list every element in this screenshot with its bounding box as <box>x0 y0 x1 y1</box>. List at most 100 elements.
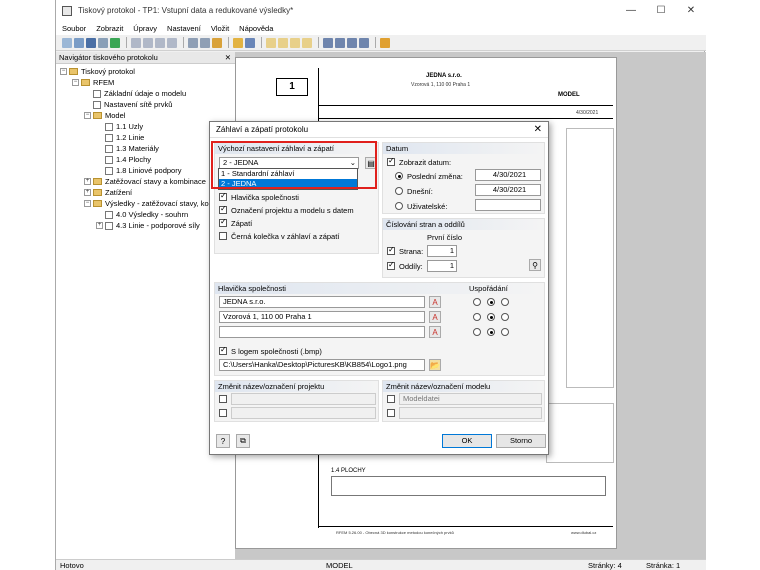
zoom-icon[interactable] <box>188 37 198 48</box>
cancel-button[interactable]: Storno <box>496 434 546 448</box>
align-center-radio[interactable] <box>487 298 495 306</box>
menu-vlozit[interactable]: Vložit <box>211 24 229 33</box>
black-dots-checkbox[interactable] <box>219 232 227 240</box>
menu-upravy[interactable]: Úpravy <box>133 24 157 33</box>
user-date-field[interactable] <box>475 199 541 211</box>
company-line-1[interactable]: JEDNA s.r.o. <box>219 296 425 308</box>
prev-page-icon[interactable] <box>143 37 153 48</box>
rename-model-checkbox-1[interactable] <box>387 395 395 403</box>
today-date-field[interactable]: 4/30/2021 <box>475 184 541 196</box>
logo-checkbox-row[interactable]: S logem společnosti (.bmp) <box>219 345 322 357</box>
browse-folder-icon[interactable]: 📂 <box>429 359 441 371</box>
navigator-item[interactable]: − RFEM <box>56 77 235 88</box>
rename-model-field-2[interactable] <box>399 407 542 419</box>
page-number-checkbox[interactable] <box>387 245 395 255</box>
expand-icon[interactable]: + <box>84 178 91 185</box>
dialog-close-icon[interactable]: ✕ <box>534 124 542 135</box>
refresh-icon[interactable] <box>110 37 120 48</box>
section-number-row[interactable]: Oddíly: <box>387 260 423 272</box>
rename-project-field-1[interactable] <box>231 393 376 405</box>
collapse-icon[interactable]: − <box>60 68 67 75</box>
rename-project-checkbox-2[interactable] <box>219 409 227 417</box>
menu-zobrazit[interactable]: Zobrazit <box>96 24 123 33</box>
ok-button[interactable]: OK <box>442 434 492 448</box>
header-footer-icon[interactable] <box>233 37 243 48</box>
align-right-radio[interactable] <box>501 328 509 336</box>
rename-model-field-1[interactable]: Modeldatei <box>399 393 542 405</box>
page-number-row[interactable]: Strana: <box>387 245 423 257</box>
tool-icon[interactable] <box>359 37 369 48</box>
numbering-settings-icon[interactable]: ⚲ <box>529 259 541 271</box>
footer-checkbox[interactable] <box>219 217 227 227</box>
user-date-row[interactable]: Uživatelské: <box>395 202 447 212</box>
tool-icon[interactable] <box>347 37 357 48</box>
align-center-radio[interactable] <box>487 328 495 336</box>
align-left-radio[interactable] <box>473 298 481 306</box>
section-number-field[interactable]: 1 <box>427 260 457 272</box>
page-icon[interactable] <box>302 37 312 48</box>
navigator-item[interactable]: Základní údaje o modelu <box>56 88 235 99</box>
help-icon[interactable] <box>380 37 390 48</box>
font-icon[interactable]: A <box>429 326 441 338</box>
close-navigator-icon[interactable]: ✕ <box>225 53 231 62</box>
last-change-radio[interactable] <box>395 172 403 180</box>
black-dots-checkbox-row[interactable]: Černá kolečka v záhlaví a zápatí <box>219 232 339 242</box>
print-icon[interactable] <box>98 37 108 48</box>
rename-project-checkbox-1[interactable] <box>219 395 227 403</box>
section-number-checkbox[interactable] <box>387 260 395 270</box>
expand-icon[interactable]: + <box>84 189 91 196</box>
new-icon[interactable] <box>62 37 72 48</box>
logo-path-field[interactable]: C:\Users\Hanka\Desktop\PicturesKB\KB854\… <box>219 359 425 371</box>
settings-icon[interactable] <box>212 37 222 48</box>
align-right-radio[interactable] <box>501 298 509 306</box>
zoom-out-icon[interactable] <box>200 37 210 48</box>
tool-icon[interactable] <box>335 37 345 48</box>
navigator-item[interactable]: − Model <box>56 110 235 121</box>
font-icon[interactable]: A <box>429 311 441 323</box>
company-header-checkbox[interactable] <box>219 191 227 201</box>
last-change-date-field[interactable]: 4/30/2021 <box>475 169 541 181</box>
align-left-radio[interactable] <box>473 313 481 321</box>
help-button-icon[interactable]: ? <box>216 434 230 448</box>
logo-checkbox[interactable] <box>219 345 227 355</box>
collapse-icon[interactable]: − <box>84 200 91 207</box>
project-label-checkbox-row[interactable]: Označení projektu a modelu s datem <box>219 204 354 216</box>
company-line-3[interactable] <box>219 326 425 338</box>
tool-icon[interactable] <box>323 37 333 48</box>
menu-napoveda[interactable]: Nápověda <box>239 24 273 33</box>
page-icon[interactable] <box>266 37 276 48</box>
page-number-field[interactable]: 1 <box>427 245 457 257</box>
show-date-checkbox[interactable] <box>387 156 395 166</box>
cursor-icon[interactable] <box>245 37 255 48</box>
project-label-checkbox[interactable] <box>219 204 227 214</box>
close-window-button[interactable]: ✕ <box>676 0 706 21</box>
font-icon[interactable]: A <box>429 296 441 308</box>
align-left-radio[interactable] <box>473 328 481 336</box>
save-icon[interactable] <box>86 37 96 48</box>
preset-option-jedna[interactable]: 2 - JEDNA <box>219 179 357 189</box>
show-date-row[interactable]: Zobrazit datum: <box>387 156 451 168</box>
company-line-2[interactable]: Vzorová 1, 110 00 Praha 1 <box>219 311 425 323</box>
maximize-button[interactable]: ☐ <box>646 0 676 21</box>
align-center-radio[interactable] <box>487 313 495 321</box>
page-icon[interactable] <box>278 37 288 48</box>
last-page-icon[interactable] <box>167 37 177 48</box>
minimize-button[interactable]: — <box>616 0 646 21</box>
align-right-radio[interactable] <box>501 313 509 321</box>
collapse-icon[interactable]: − <box>72 79 79 86</box>
open-icon[interactable] <box>74 37 84 48</box>
first-page-icon[interactable] <box>131 37 141 48</box>
menu-nastaveni[interactable]: Nastavení <box>167 24 201 33</box>
collapse-icon[interactable]: − <box>84 112 91 119</box>
page-icon[interactable] <box>290 37 300 48</box>
preset-option-standard[interactable]: 1 - Standardní záhlaví <box>219 169 357 179</box>
edit-preset-icon[interactable]: ▤ <box>365 157 377 169</box>
user-date-radio[interactable] <box>395 202 403 210</box>
last-change-row[interactable]: Poslední změna: <box>395 172 463 182</box>
today-row[interactable]: Dnešní: <box>395 187 433 197</box>
navigator-item[interactable]: − Tiskový protokol <box>56 66 235 77</box>
next-page-icon[interactable] <box>155 37 165 48</box>
menu-soubor[interactable]: Soubor <box>62 24 86 33</box>
rename-model-checkbox-2[interactable] <box>387 409 395 417</box>
today-radio[interactable] <box>395 187 403 195</box>
